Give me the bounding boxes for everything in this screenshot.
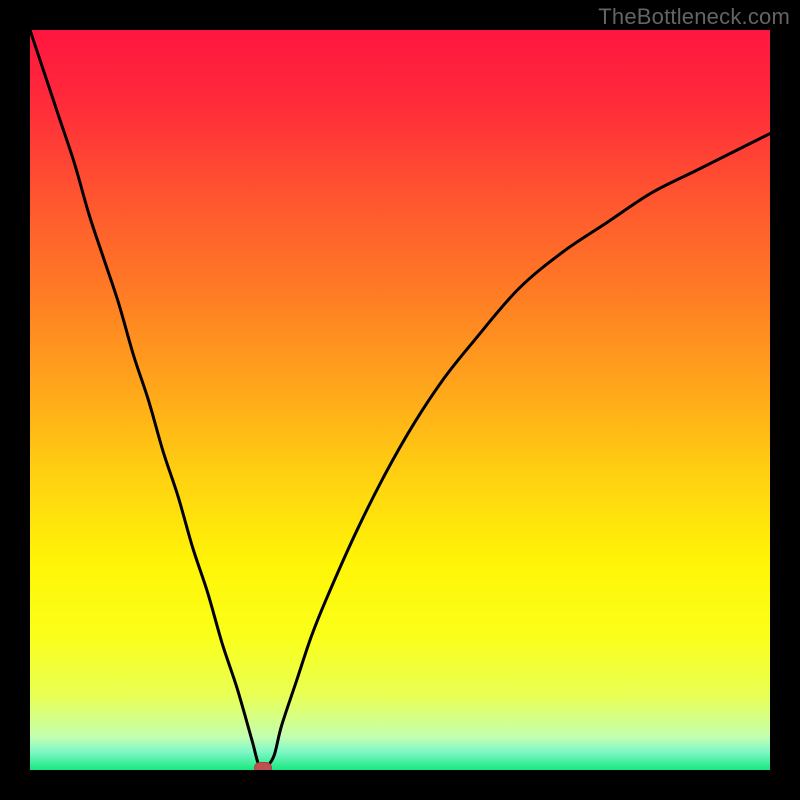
chart-container: TheBottleneck.com xyxy=(0,0,800,800)
optimal-point-marker xyxy=(254,762,272,770)
plot-area xyxy=(30,30,770,770)
gradient-background xyxy=(30,30,770,770)
attribution-watermark: TheBottleneck.com xyxy=(598,4,790,30)
bottleneck-chart xyxy=(30,30,770,770)
